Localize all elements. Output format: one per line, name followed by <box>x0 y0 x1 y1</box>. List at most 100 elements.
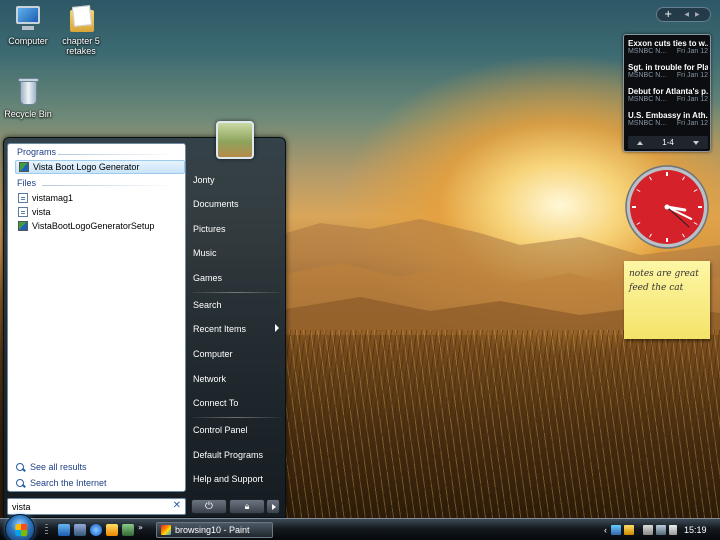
lock-button[interactable]: 🔒︎ <box>229 499 265 514</box>
taskbar-button-paint[interactable]: browsing10 - Paint <box>156 522 273 538</box>
menu-item-label: Documents <box>193 199 239 209</box>
result-label: vistamag1 <box>32 193 74 203</box>
news-item[interactable]: U.S. Embassy in Ath... MSNBC N... Fri Jan… <box>628 111 708 135</box>
result-label: Vista Boot Logo Generator <box>33 162 140 172</box>
connection-icon[interactable] <box>656 525 666 535</box>
tray-expand-icon[interactable]: ‹ <box>604 525 607 535</box>
wallpaper-grass <box>280 330 720 518</box>
switch-windows-icon[interactable] <box>74 524 86 536</box>
desktop-icon-label: chapter 5 retakes <box>62 36 100 56</box>
menu-item-label: Connect To <box>193 398 239 408</box>
news-source: MSNBC N... <box>628 72 667 79</box>
start-button[interactable] <box>5 514 35 540</box>
user-picture[interactable] <box>216 121 254 159</box>
result-vistamag1[interactable]: vistamag1 <box>15 191 185 205</box>
menu-item-label: Pictures <box>193 224 226 234</box>
show-desktop-icon[interactable] <box>58 524 70 536</box>
note-line: notes are great <box>629 269 699 279</box>
next-icon[interactable]: ▶ <box>695 11 700 18</box>
menu-item-label: Network <box>193 374 227 384</box>
news-item[interactable]: Exxon cuts ties to w... MSNBC N... Fri Ja… <box>628 39 708 63</box>
start-menu: Programs Vista Boot Logo Generator Files… <box>3 121 286 518</box>
news-source: MSNBC N... <box>628 48 667 55</box>
result-vista[interactable]: vista <box>15 205 185 219</box>
chevron-right-icon <box>275 324 279 332</box>
desktop-icon-label: Computer <box>8 36 48 46</box>
notes-gadget[interactable]: notes are great feed the cat <box>624 261 710 339</box>
news-navigation: 1-4 <box>628 136 708 149</box>
desktop-icon-chapter-5-retakes[interactable]: chapter 5 retakes <box>53 4 109 56</box>
menu-item-label: Control Panel <box>193 425 248 435</box>
app-icon <box>18 221 28 231</box>
news-title: Exxon cuts ties to w... <box>628 39 708 48</box>
paint-icon <box>161 525 171 535</box>
menu-item-jonty[interactable]: Jonty <box>193 171 283 189</box>
result-label: VistaBootLogoGeneratorSetup <box>32 221 155 231</box>
quick-launch-more-icon[interactable]: » <box>138 523 150 535</box>
desktop-icon-label: Recycle Bin <box>4 109 52 119</box>
volume-icon[interactable] <box>669 525 677 535</box>
menu-item-documents[interactable]: Documents <box>193 195 283 213</box>
desktop-icon-computer[interactable]: Computer <box>0 4 56 46</box>
menu-item-label: Default Programs <box>193 450 264 460</box>
menu-item-control-panel[interactable]: Control Panel <box>193 421 283 439</box>
sidebar-controls: + ◀ ▶ <box>656 7 711 22</box>
divider <box>42 185 177 186</box>
news-date: Fri Jan 12 <box>676 72 708 79</box>
result-vistabootlogogeneratorsetup[interactable]: VistaBootLogoGeneratorSetup <box>15 219 185 233</box>
menu-item-connect-to[interactable]: Connect To <box>193 394 283 412</box>
menu-item-label: Help and Support <box>193 474 264 484</box>
menu-item-default-programs[interactable]: Default Programs <box>193 446 283 464</box>
media-player-icon[interactable] <box>106 524 118 536</box>
monitor-icon[interactable] <box>643 525 653 535</box>
menu-item-pictures[interactable]: Pictures <box>193 220 283 238</box>
menu-item-search[interactable]: Search <box>193 296 283 314</box>
clear-search-icon[interactable]: ✕ <box>173 500 181 511</box>
shutdown-options-button[interactable] <box>266 499 280 514</box>
clock-time[interactable]: 15:19 <box>684 525 707 535</box>
search-icon <box>16 462 25 472</box>
taskbar: » browsing10 - Paint ‹ 15:19 <box>0 514 720 540</box>
power-button[interactable]: ⏻ <box>191 499 227 514</box>
search-internet-label: Search the Internet <box>30 478 107 488</box>
menu-item-computer[interactable]: Computer <box>193 345 283 363</box>
see-all-results-link[interactable]: See all results <box>16 462 87 472</box>
result-vista-boot-logo-generator[interactable]: Vista Boot Logo Generator <box>15 160 185 174</box>
menu-item-games[interactable]: Games <box>193 269 283 287</box>
start-search-box[interactable]: ✕ <box>7 498 186 515</box>
menu-item-music[interactable]: Music <box>193 244 283 262</box>
news-feed-gadget: Exxon cuts ties to w... MSNBC N... Fri Ja… <box>623 34 711 152</box>
search-internet-link[interactable]: Search the Internet <box>16 478 107 488</box>
news-item[interactable]: Debut for Atlanta's p... MSNBC N... Fri J… <box>628 87 708 111</box>
menu-item-label: Computer <box>193 349 233 359</box>
news-item[interactable]: Sgt. in trouble for Pla... MSNBC N... Fri… <box>628 63 708 87</box>
desktop-icon-recycle-bin[interactable]: Recycle Bin <box>0 77 56 119</box>
power-icon: ⏻ <box>205 501 213 512</box>
news-up-icon[interactable] <box>637 140 644 145</box>
tray-app-icon[interactable] <box>624 525 634 535</box>
recycle-bin-icon <box>13 77 43 107</box>
news-meta: MSNBC N... Fri Jan 12 <box>628 120 708 127</box>
news-title: Debut for Atlanta's p... <box>628 87 708 96</box>
news-meta: MSNBC N... Fri Jan 12 <box>628 96 708 103</box>
news-meta: MSNBC N... Fri Jan 12 <box>628 48 708 55</box>
quick-launch-app-icon[interactable] <box>122 524 134 536</box>
news-title: U.S. Embassy in Ath... <box>628 111 708 120</box>
computer-icon <box>13 4 43 34</box>
menu-separator <box>192 417 280 418</box>
internet-explorer-icon[interactable] <box>90 524 102 536</box>
document-icon <box>18 193 28 203</box>
start-search-input[interactable] <box>12 501 162 512</box>
previous-icon[interactable]: ◀ <box>684 11 689 18</box>
news-down-icon[interactable] <box>692 140 699 145</box>
system-tray: ‹ 15:19 <box>604 519 720 540</box>
add-gadget-button[interactable]: + <box>664 9 672 20</box>
divider <box>58 154 177 155</box>
news-source: MSNBC N... <box>628 120 667 127</box>
menu-item-recent-items[interactable]: Recent Items <box>193 320 283 338</box>
network-icon[interactable] <box>611 525 621 535</box>
menu-item-help-and-support[interactable]: Help and Support <box>193 470 283 488</box>
quick-launch-grip[interactable] <box>45 524 48 536</box>
menu-item-network[interactable]: Network <box>193 370 283 388</box>
news-page-indicator: 1-4 <box>662 138 674 147</box>
